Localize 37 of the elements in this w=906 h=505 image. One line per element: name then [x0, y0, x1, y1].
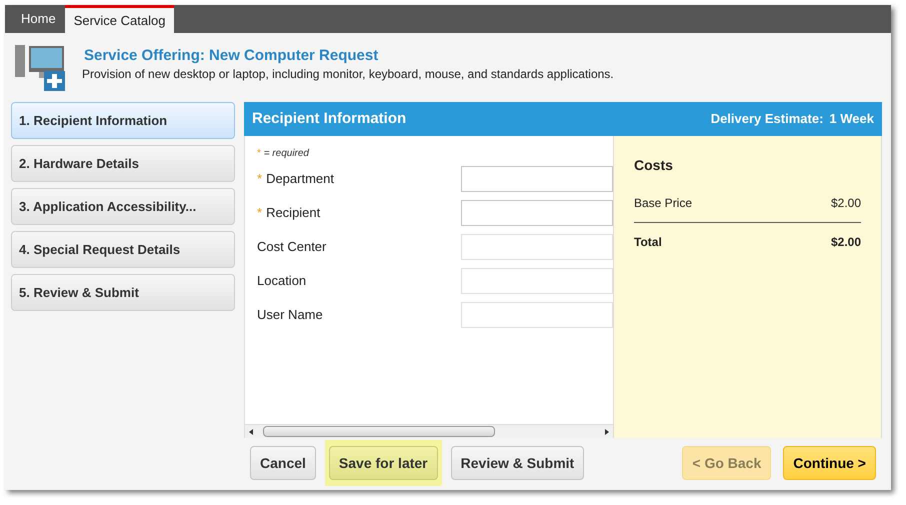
- step-item[interactable]: 1. Recipient Information: [11, 102, 235, 139]
- total-label: Total: [634, 234, 662, 251]
- nav-tab[interactable]: Home: [12, 5, 65, 33]
- cost-value: $2.00: [830, 195, 861, 212]
- required-note: * = required: [257, 147, 310, 161]
- field-label: * Recipient: [257, 204, 322, 222]
- step-item[interactable]: 3. Application Accessibility...: [11, 188, 235, 225]
- primary-button[interactable]: Continue >: [783, 446, 876, 480]
- action-button[interactable]: Save for later: [328, 446, 438, 480]
- nav-tab[interactable]: Service Catalog: [64, 5, 174, 33]
- input-field[interactable]: [461, 166, 613, 192]
- costs-title: Costs: [634, 156, 674, 175]
- step-item[interactable]: 4. Special Request Details: [11, 231, 235, 268]
- panel-title: Recipient Information: [252, 108, 406, 129]
- input-field[interactable]: [461, 268, 613, 294]
- delivery-label: Delivery Estimate:: [710, 110, 824, 128]
- total-value: $2.00: [830, 234, 861, 251]
- scroll-right-icon[interactable]: [605, 428, 609, 434]
- computer-add-icon: [15, 43, 65, 91]
- action-button[interactable]: Cancel: [250, 446, 316, 480]
- delivery-value: 1 Week: [829, 110, 874, 128]
- horizontal-scrollbar[interactable]: [245, 424, 613, 438]
- field-label: Location: [257, 272, 308, 290]
- input-field[interactable]: [461, 200, 613, 226]
- cost-label: Base Price: [634, 195, 692, 212]
- input-field[interactable]: [461, 302, 613, 328]
- input-field[interactable]: [461, 234, 613, 260]
- page-title: Service Offering: New Computer Request: [84, 46, 380, 66]
- field-label: Cost Center: [257, 238, 328, 256]
- field-label: User Name: [257, 306, 324, 324]
- field-label: * Department: [257, 170, 335, 188]
- page-description: Provision of new desktop or laptop, including monitor, keyboard, mouse, and standards applications.: [82, 66, 614, 82]
- scrollbar-thumb[interactable]: [263, 426, 495, 437]
- step-item[interactable]: 2. Hardware Details: [11, 145, 235, 182]
- scroll-left-icon[interactable]: [249, 428, 253, 434]
- step-item[interactable]: 5. Review & Submit: [11, 274, 235, 311]
- action-button[interactable]: Review & Submit: [450, 446, 584, 480]
